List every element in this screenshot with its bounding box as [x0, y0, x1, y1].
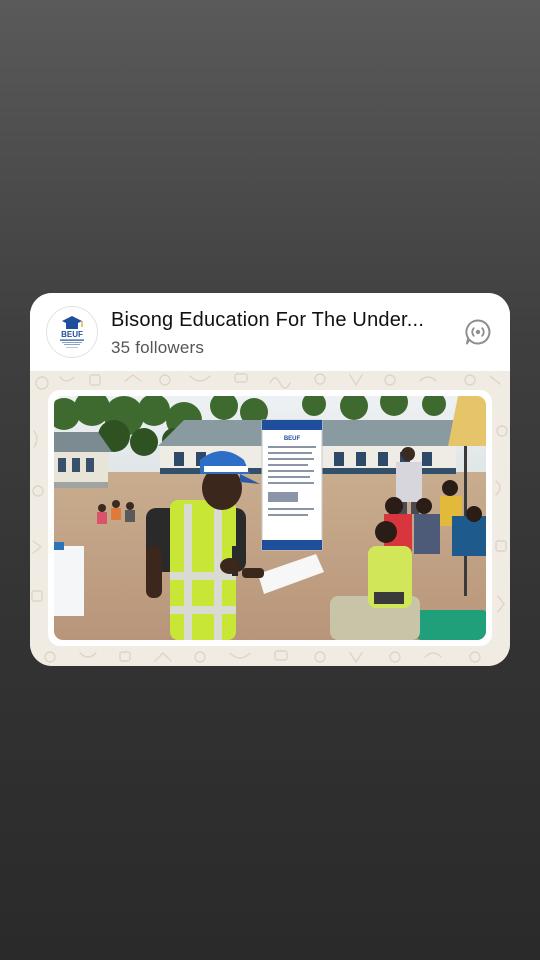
post-preview[interactable]: BEUF	[30, 371, 510, 666]
post-photo-frame[interactable]: BEUF	[48, 390, 492, 646]
channel-broadcast-icon[interactable]	[464, 318, 492, 346]
channel-header[interactable]: BEUF Bisong Education For The Under... 3…	[30, 293, 510, 371]
channel-name[interactable]: Bisong Education For The Under...	[111, 309, 446, 332]
avatar-logo-text: BEUF	[61, 330, 83, 339]
follower-count: 35 followers	[111, 338, 205, 357]
banner-stand: BEUF	[261, 419, 323, 551]
post-photo[interactable]: BEUF	[54, 396, 486, 640]
channel-card[interactable]: BEUF Bisong Education For The Under... 3…	[30, 293, 510, 666]
banner-logo-text: BEUF	[284, 436, 301, 442]
channel-avatar[interactable]: BEUF	[46, 306, 98, 358]
